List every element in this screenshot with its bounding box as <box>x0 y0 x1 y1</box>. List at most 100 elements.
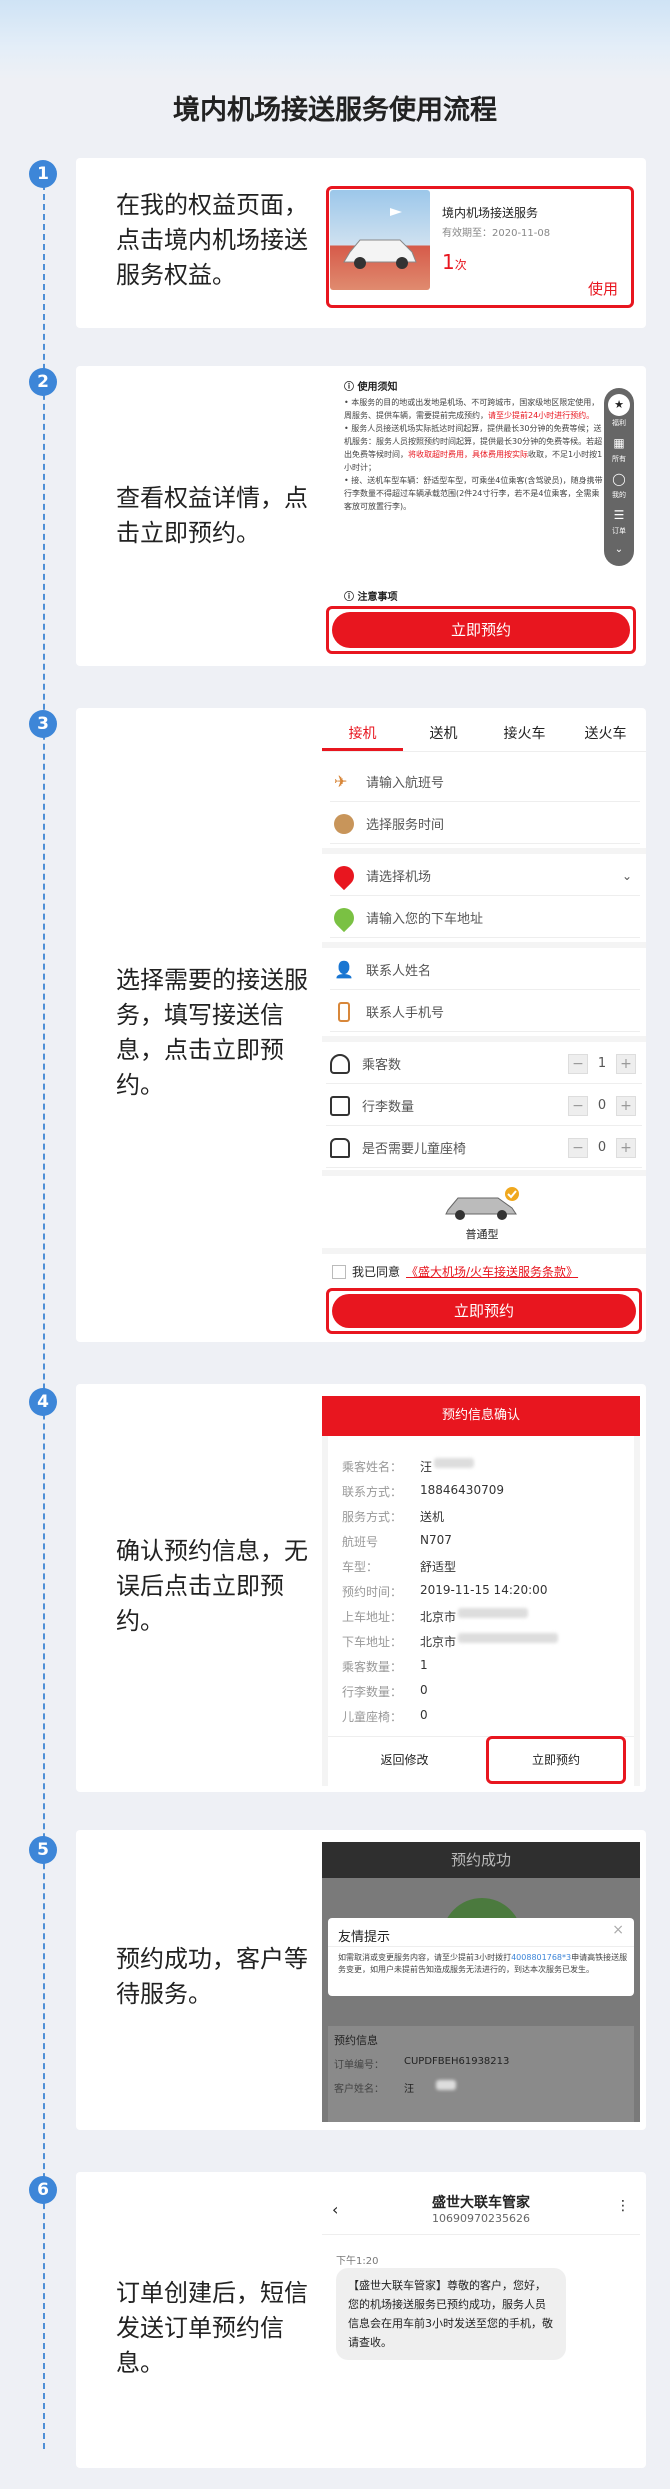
dropoff-address-field[interactable]: 请输入您的下车地址 <box>329 898 640 938</box>
success-header: 预约成功 <box>322 1842 640 1878</box>
timeline-line <box>43 174 45 2449</box>
step-number-6: 6 <box>29 2176 57 2204</box>
side-menu-item-orders[interactable]: 订单 <box>604 526 634 536</box>
usage-notice-text: • 本服务的目的地或出发地是机场、不可跨城市，国家级地区限定使用，周服务、提供车… <box>344 398 603 511</box>
sms-shot: ‹ 盛世大联车管家 10690970235626 ⋮ 下午1:20 【盛世大联车… <box>322 2182 640 2452</box>
contact-phone-field[interactable]: 联系人手机号 <box>330 992 640 1032</box>
chevron-down-icon[interactable]: ⌄ <box>604 544 634 555</box>
side-menu-item-welfare[interactable]: 福利 <box>604 418 634 428</box>
step-number-5: 5 <box>29 1836 57 1864</box>
gift-icon[interactable]: ★ <box>608 394 630 416</box>
step-text-6: 订单创建后，短信发送订单预约信息。 <box>116 2279 308 2377</box>
sms-message-bubble: 【盛世大联车管家】尊敬的客户，您好，您的机场接送服务已预约成功，服务人员信息会在… <box>336 2268 566 2360</box>
order-icon: ☰ <box>613 508 625 522</box>
notice-title: 注意事项 <box>357 592 398 603</box>
confirm-row-child-seat: 儿童座椅： 0 <box>342 1708 428 1724</box>
pin-icon <box>329 861 359 890</box>
step-card-2: 查看权益详情，点击立即预约。 ⓘ 使用须知 • 本服务的目的地或出发地是机场、不… <box>76 366 646 666</box>
step-number-1: 1 <box>29 160 57 188</box>
phone-icon <box>338 1001 350 1022</box>
benefit-detail-shot: ⓘ 使用须知 • 本服务的目的地或出发地是机场、不可跨城市，国家级地区限定使用，… <box>322 376 640 656</box>
order-number-row: 订单编号： CUPDFBEH61938213 <box>334 2056 510 2071</box>
increment-button[interactable]: + <box>616 1095 636 1116</box>
order-info-title: 预约信息 <box>334 2034 378 2047</box>
close-icon[interactable]: × <box>612 1922 624 1938</box>
page-title: 境内机场接送服务使用流程 <box>173 95 497 126</box>
step-text-1: 在我的权益页面，点击境内机场接送服务权益。 <box>116 191 308 289</box>
more-icon[interactable]: ⋮ <box>616 2198 630 2214</box>
sms-time: 下午1:20 <box>336 2256 379 2267</box>
usage-notice-title: 使用须知 <box>357 382 398 393</box>
person-icon: 👤 <box>334 959 354 979</box>
sms-number: 10690970235626 <box>432 2212 530 2225</box>
luggage-value: 0 <box>597 1098 607 1113</box>
car-icon <box>445 1187 519 1220</box>
decrement-button[interactable]: − <box>568 1137 588 1158</box>
tip-dialog: 友情提示 × 如需取消或变更服务内容，请至少提前3小时拨打4008801768*… <box>328 1918 634 1996</box>
confirm-row-flight: 航班号 N707 <box>342 1533 452 1549</box>
step-card-3: 选择需要的接送服务，填写接送信息，点击立即预约。 接机 送机 接火车 送火车 ✈… <box>76 708 646 1342</box>
decrement-button[interactable]: − <box>568 1053 588 1074</box>
step-card-5: 预约成功，客户等待服务。 预约成功 友情提示 × 如需取消或变更服务内容，请至少… <box>76 1830 646 2130</box>
tab-train-dropoff[interactable]: 送火车 <box>565 718 646 751</box>
confirm-row-contact: 联系方式： 18846430709 <box>342 1483 504 1499</box>
header-wave <box>0 0 670 80</box>
passengers-row: 乘客数 −1 + <box>326 1044 642 1084</box>
terms-link[interactable]: 《盛大机场/火车接送服务条款》 <box>406 1263 578 1280</box>
agree-terms-row: 我已同意 《盛大机场/火车接送服务条款》 <box>332 1263 578 1280</box>
tab-dropoff[interactable]: 送机 <box>403 718 484 751</box>
highlight-box <box>326 186 634 308</box>
service-tabs: 接机 送机 接火车 送火车 <box>322 718 646 752</box>
luggage-icon <box>330 1095 350 1116</box>
back-edit-button[interactable]: 返回修改 <box>328 1738 481 1782</box>
step-number-2: 2 <box>29 368 57 396</box>
user-icon: ◯ <box>612 472 626 486</box>
confirm-row-dropoff-address: 下车地址： 北京市 <box>342 1633 559 1650</box>
grid-icon: ▦ <box>613 436 625 450</box>
confirm-row-time: 预约时间： 2019-11-15 14:20:00 <box>342 1583 548 1599</box>
confirm-row-service: 服务方式： 送机 <box>342 1510 445 1524</box>
decrement-button[interactable]: − <box>568 1095 588 1116</box>
dialog-title: 友情提示 <box>338 1930 391 1945</box>
passenger-icon <box>330 1053 350 1074</box>
confirm-header: 预约信息确认 <box>322 1396 640 1436</box>
increment-button[interactable]: + <box>616 1137 636 1158</box>
chevron-down-icon: ⌄ <box>621 868 632 883</box>
passengers-value: 1 <box>597 1056 607 1071</box>
benefit-card-shot: 境内机场接送服务 有效期至：2020-11-08 1次 使用 <box>322 168 640 316</box>
step-number-4: 4 <box>29 1388 57 1416</box>
contact-name-field[interactable]: 👤 联系人姓名 <box>330 950 640 990</box>
booking-form-shot: 接机 送机 接火车 送火车 ✈ 请输入航班号 选择服务时间 请选择机场 ⌄ 请输入您… <box>322 718 646 1334</box>
side-menu-item-mine[interactable]: 我的 <box>604 490 634 500</box>
confirm-row-passengers: 乘客数量： 1 <box>342 1658 428 1674</box>
confirm-dialog-shot: 预约信息确认 乘客姓名：汪 联系方式： 18846430709 服务方式： 送机 航… <box>322 1396 640 1786</box>
tab-pickup[interactable]: 接机 <box>322 718 403 751</box>
airport-select[interactable]: 请选择机场 ⌄ <box>329 856 640 896</box>
car-type-label: 普通型 <box>465 1228 499 1241</box>
clock-icon <box>334 813 354 834</box>
service-time-field[interactable]: 选择服务时间 <box>330 804 640 844</box>
highlight-box <box>326 606 636 654</box>
step-text-3: 选择需要的接送服务，填写接送信息，点击立即预约。 <box>116 966 308 1099</box>
confirm-row-car: 车型： 舒适型 <box>342 1560 457 1574</box>
customer-name-row: 客户姓名：汪 <box>334 2080 456 2095</box>
step-text-4: 确认预约信息，无误后点击立即预约。 <box>116 1537 308 1635</box>
step-card-6: 订单创建后，短信发送订单预约信息。 ‹ 盛世大联车管家 106909702356… <box>76 2172 646 2468</box>
luggage-row: 行李数量 −0 + <box>326 1086 642 1126</box>
child-seat-icon <box>330 1137 350 1158</box>
side-menu-item-all[interactable]: 所有 <box>604 454 634 464</box>
step-card-4: 确认预约信息，无误后点击立即预约。 预约信息确认 乘客姓名：汪 联系方式： 188… <box>76 1384 646 1792</box>
confirm-row-pickup-address: 上车地址： 北京市 <box>342 1608 529 1625</box>
highlight-box <box>326 1288 642 1334</box>
tab-train-pickup[interactable]: 接火车 <box>484 718 565 751</box>
agree-checkbox[interactable] <box>332 1264 346 1279</box>
car-type-option[interactable]: 普通型 <box>442 1186 522 1241</box>
confirm-row-luggage: 行李数量： 0 <box>342 1683 428 1699</box>
flight-number-field[interactable]: ✈ 请输入航班号 <box>330 762 640 802</box>
side-menu: ★ 福利 ▦ 所有 ◯ 我的 ☰ 订单 ⌄ <box>604 388 634 566</box>
step-text-5: 预约成功，客户等待服务。 <box>116 1945 308 2008</box>
success-shot: 预约成功 友情提示 × 如需取消或变更服务内容，请至少提前3小时拨打400880… <box>322 1842 640 2122</box>
increment-button[interactable]: + <box>616 1053 636 1074</box>
airplane-icon: ✈ <box>334 771 348 791</box>
step-text-2: 查看权益详情，点击立即预约。 <box>116 484 308 547</box>
